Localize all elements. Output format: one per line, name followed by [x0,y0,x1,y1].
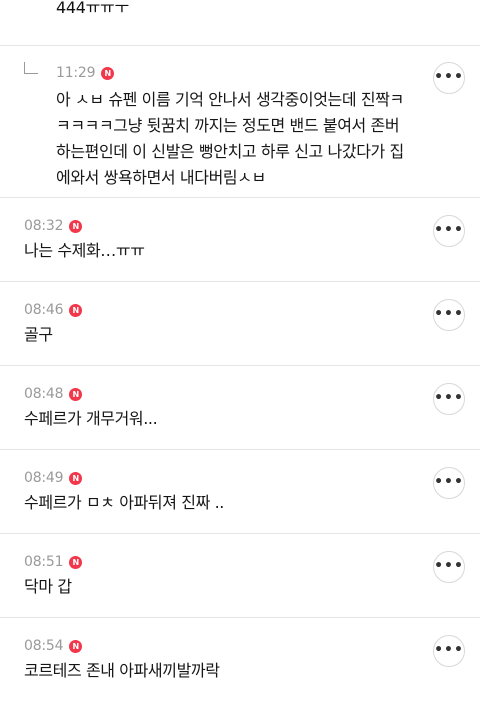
new-badge: N [69,639,83,653]
reply-arrow-icon [24,62,38,74]
comment-time: 08:51 [24,554,64,570]
comment-text: 나는 수제화…ㅠㅠ [24,241,145,260]
comment-time: 08:54 [24,638,64,654]
comment-time: 08:32 [24,218,64,234]
comment-text: 코르테즈 존내 아파새끼발까락 [24,661,220,680]
comment-row: 08:51 N 닥마 갑 ••• [0,534,480,618]
comment-meta: 11:29 N [56,65,115,81]
more-dots-icon: ••• [434,221,464,238]
comment-row: 08:54 N 코르테즈 존내 아파새끼발까락 ••• [0,618,480,701]
reply-comment: 11:29 N 아 ㅅㅂ 슈펜 이름 기억 안나서 생각중이엇는데 진짝ㅋ ㅋㅋ… [0,46,480,198]
more-options-button[interactable]: ••• [433,383,465,415]
comment-meta: 08:54 N [24,638,83,654]
new-badge: N [69,555,83,569]
comment-meta: 08:51 N [24,554,83,570]
comment-meta: 08:32 N [24,218,83,234]
comment-text: 수페르가 ㅁㅊ 아파뒤져 진짜 .. [24,493,224,512]
more-options-button[interactable]: ••• [433,215,465,247]
more-dots-icon: ••• [434,641,464,658]
comment-time: 08:49 [24,470,64,486]
new-badge: N [69,219,83,233]
more-options-button[interactable]: ••• [433,62,465,94]
comment-row: 08:46 N 골구 ••• [0,282,480,366]
new-badge: N [69,303,83,317]
more-options-button[interactable]: ••• [433,635,465,667]
more-options-button[interactable]: ••• [433,551,465,583]
comment-text: 수페르가 개무거워... [24,409,158,428]
comment-text: 아 ㅅㅂ 슈펜 이름 기억 안나서 생각중이엇는데 진짝ㅋ ㅋㅋㅋㅋ그냥 뒷꿈치… [56,90,404,187]
more-options-button[interactable]: ••• [433,467,465,499]
comment-meta: 08:48 N [24,386,83,402]
comment-row: 08:48 N 수페르가 개무거워... ••• [0,366,480,450]
more-dots-icon: ••• [434,68,464,85]
comment-meta: 08:49 N [24,470,83,486]
more-options-button[interactable]: ••• [433,299,465,331]
more-dots-icon: ••• [434,557,464,574]
comment-row: 08:32 N 나는 수제화…ㅠㅠ ••• [0,198,480,282]
comment-text: 골구 [24,325,53,344]
comment-text: 닥마 갑 [24,577,72,596]
comment-time: 11:29 [56,65,96,81]
comment-text: 444ㅠㅠㅜ [56,0,129,17]
more-dots-icon: ••• [434,473,464,490]
comment-time: 08:46 [24,302,64,318]
new-badge: N [69,387,83,401]
comment-meta: 08:46 N [24,302,83,318]
comment-partial: 444ㅠㅠㅜ [0,0,480,46]
more-dots-icon: ••• [434,389,464,406]
new-badge: N [101,66,115,80]
comment-time: 08:48 [24,386,64,402]
comment-row: 08:49 N 수페르가 ㅁㅊ 아파뒤져 진짜 .. ••• [0,450,480,534]
new-badge: N [69,471,83,485]
more-dots-icon: ••• [434,305,464,322]
